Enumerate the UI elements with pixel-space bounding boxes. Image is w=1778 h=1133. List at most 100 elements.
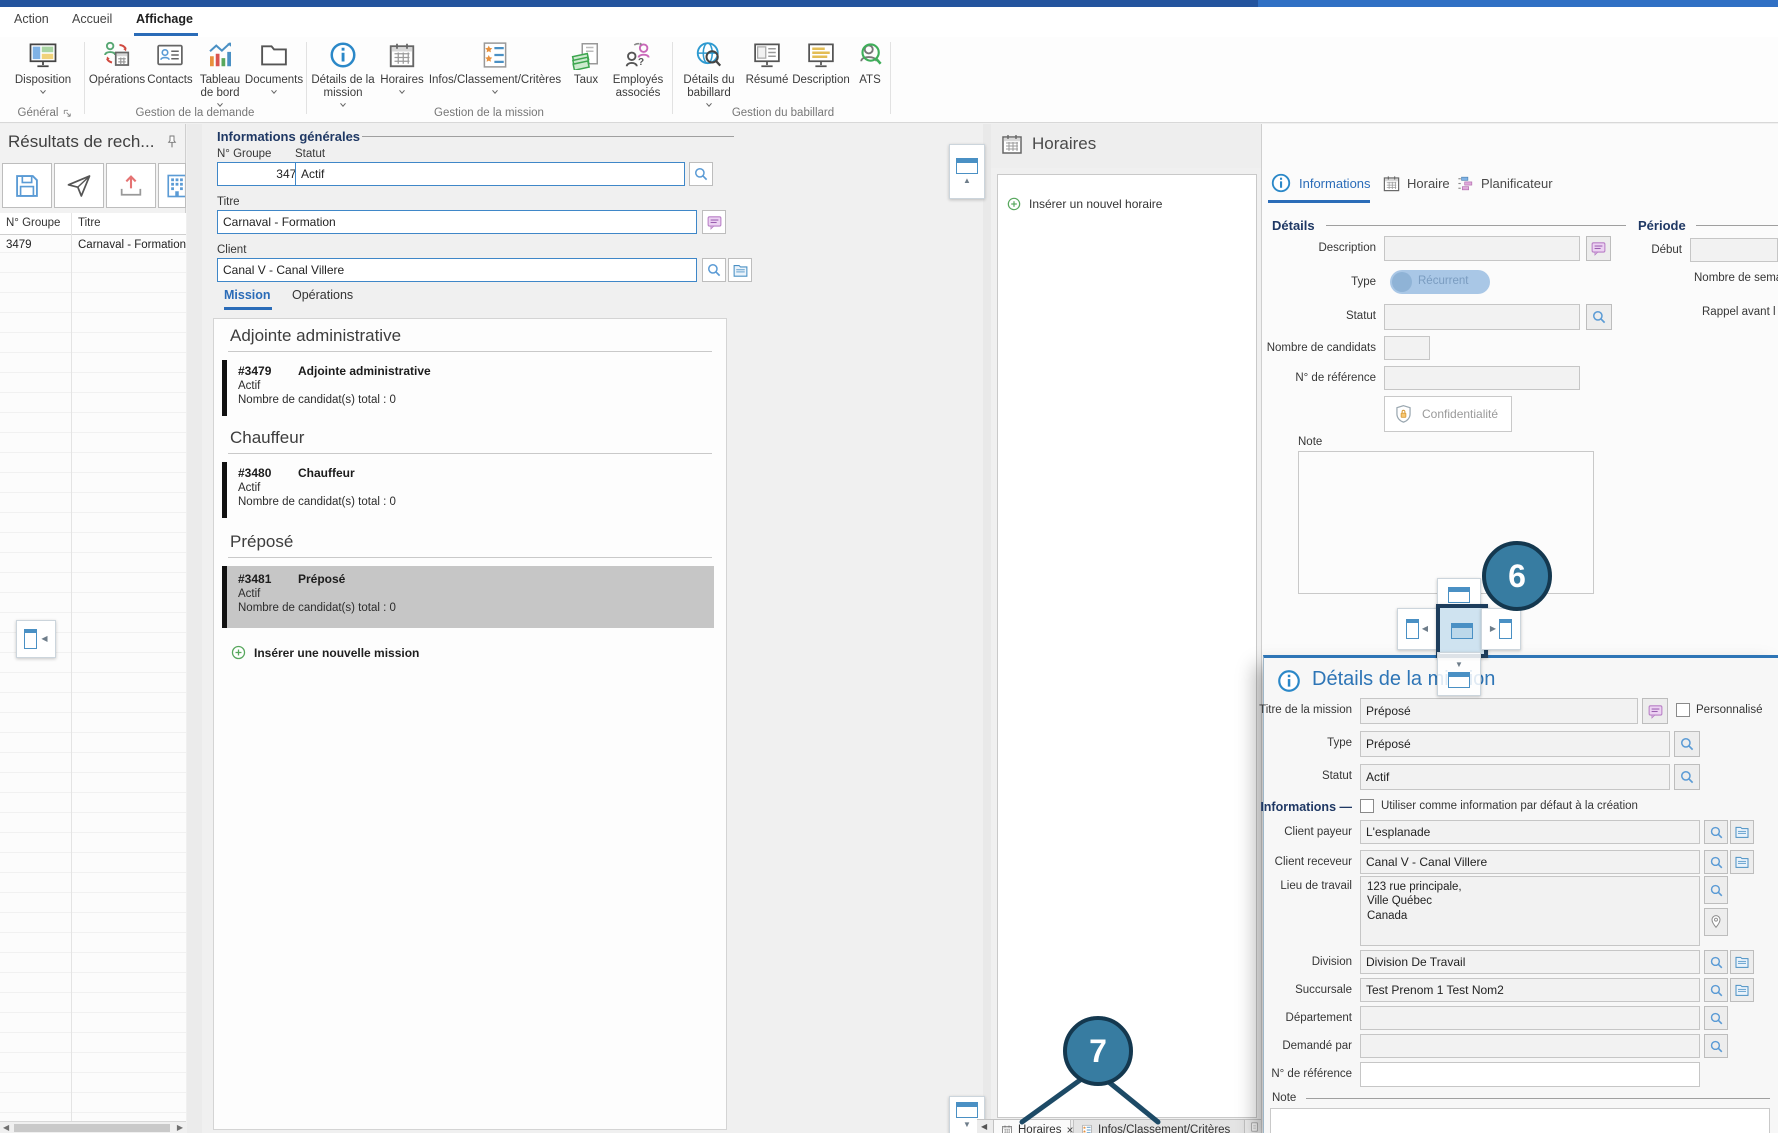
folder-doc-icon <box>732 262 749 279</box>
titre-note-button[interactable] <box>702 210 726 234</box>
statut-search-button[interactable] <box>1586 304 1612 330</box>
company-button[interactable] <box>158 163 186 208</box>
ribbon-tab-action[interactable]: Action <box>14 12 49 26</box>
grid-header-titre[interactable]: Titre <box>78 217 101 229</box>
no-reference-input[interactable] <box>1360 1062 1700 1087</box>
weeks-label: Nombre de sema <box>1694 272 1778 284</box>
scroll-thumb[interactable] <box>14 1124 170 1132</box>
tab-horaire[interactable]: Horaire <box>1382 174 1450 193</box>
description-input[interactable] <box>1384 236 1580 261</box>
scroll-left-icon[interactable]: ◀ <box>3 1124 9 1132</box>
demande-par-search-button[interactable] <box>1704 1034 1728 1058</box>
client-receveur-input[interactable]: Canal V - Canal Villere <box>1360 850 1700 874</box>
succursale-search-button[interactable] <box>1704 978 1728 1002</box>
type-input[interactable]: Préposé <box>1360 731 1670 757</box>
titre-input[interactable]: Carnaval - Formation <box>217 210 697 234</box>
dock-top-hint[interactable]: ▲ <box>949 144 985 199</box>
confidentiality-button[interactable]: Confidentialité <box>1384 396 1512 432</box>
tab-planificateur[interactable]: Planificateur <box>1456 174 1553 193</box>
mission-card[interactable]: #3479 Adjointe administrative Actif Nomb… <box>222 360 714 416</box>
candidates-input[interactable] <box>1384 336 1430 360</box>
statut-search-button[interactable] <box>689 162 713 186</box>
departement-input[interactable] <box>1360 1006 1700 1030</box>
ribbon-group-mission: Gestion de la mission <box>310 107 668 119</box>
panel-splitter[interactable] <box>983 124 991 1133</box>
debut-input[interactable] <box>1690 238 1778 262</box>
personnalise-checkbox[interactable] <box>1676 703 1690 717</box>
client-search-button[interactable] <box>702 258 726 282</box>
tab-mission[interactable]: Mission <box>224 288 271 302</box>
ribbon-tab-affichage[interactable]: Affichage <box>136 12 193 26</box>
scroll-right-icon[interactable]: ▶ <box>177 1124 183 1132</box>
lieu-travail-input[interactable]: 123 rue principale, Ville Québec Canada <box>1360 876 1700 946</box>
tab-scroll-left-icon[interactable]: ◀ <box>981 1123 987 1131</box>
left-scrollbar[interactable]: ◀ ▶ <box>0 1121 186 1133</box>
dock-guide-bottom[interactable]: ▼ <box>1437 652 1481 696</box>
tab-informations[interactable]: Informations <box>1270 172 1371 194</box>
client-payeur-input[interactable]: L'esplanade <box>1360 820 1700 844</box>
default-info-checkbox[interactable] <box>1360 799 1374 813</box>
dialog-launcher-icon[interactable] <box>62 108 73 119</box>
window-note-textarea[interactable] <box>1270 1108 1770 1133</box>
reminder-label: Rappel avant l <box>1702 306 1776 318</box>
plus-circle-icon <box>1006 196 1022 212</box>
statut-input[interactable] <box>1384 304 1580 330</box>
mission-card-bar <box>222 462 227 518</box>
insert-horaire-link[interactable]: Insérer un nouvel horaire <box>1006 196 1162 212</box>
statut-input[interactable]: Actif <box>1360 764 1670 790</box>
save-icon <box>13 172 41 200</box>
dashboard-icon <box>205 40 235 70</box>
client-input[interactable]: Canal V - Canal Villere <box>217 258 697 282</box>
table-row[interactable]: 3479 Carnaval - Formation <box>0 235 186 255</box>
save-button[interactable] <box>2 163 52 208</box>
dock-guide-right[interactable]: ▶ <box>1481 608 1521 650</box>
export-button[interactable] <box>106 163 156 208</box>
titre-note-button[interactable] <box>1642 698 1668 724</box>
mission-card[interactable]: #3480 Chauffeur Actif Nombre de candidat… <box>222 462 714 518</box>
client-payeur-search-button[interactable] <box>1704 820 1728 844</box>
personnalise-label: Personnalisé <box>1696 704 1762 716</box>
mission-section-title: Préposé <box>230 532 293 552</box>
type-toggle[interactable]: Récurrent <box>1390 270 1490 294</box>
lieu-search-button[interactable] <box>1704 876 1728 904</box>
division-open-button[interactable] <box>1730 950 1754 974</box>
insert-mission-link[interactable]: Insérer une nouvelle mission <box>230 644 419 661</box>
mission-card-selected[interactable]: #3481 Préposé Actif Nombre de candidat(s… <box>222 566 714 628</box>
folder-doc-icon <box>1734 982 1750 998</box>
succursale-input[interactable]: Test Prenom 1 Test Nom2 <box>1360 978 1700 1002</box>
dock-window-icon <box>1448 672 1470 688</box>
client-payeur-open-button[interactable] <box>1730 820 1754 844</box>
reference-input[interactable] <box>1384 366 1580 390</box>
departement-search-button[interactable] <box>1704 1006 1728 1030</box>
checklist-stars-icon <box>480 40 510 70</box>
description-label: Description <box>1206 242 1376 254</box>
send-button[interactable] <box>54 163 104 208</box>
monitor-doc-icon <box>752 40 782 70</box>
demande-par-input[interactable] <box>1360 1034 1700 1058</box>
grid-header-groupe[interactable]: N° Groupe <box>6 217 60 229</box>
statut-label: Statut <box>1206 310 1376 322</box>
lieu-map-button[interactable] <box>1704 908 1728 936</box>
division-input[interactable]: Division De Travail <box>1360 950 1700 974</box>
tab-page-icon[interactable] <box>1249 1121 1260 1133</box>
client-receveur-search-button[interactable] <box>1704 850 1728 874</box>
tab-operations[interactable]: Opérations <box>292 288 353 302</box>
client-open-button[interactable] <box>728 258 752 282</box>
succursale-open-button[interactable] <box>1730 978 1754 1002</box>
chevron-down-icon <box>38 88 48 96</box>
statut-input[interactable]: Actif <box>295 162 685 186</box>
titre-mission-input[interactable]: Préposé <box>1360 698 1638 724</box>
division-search-button[interactable] <box>1704 950 1728 974</box>
panel-splitter[interactable] <box>187 124 202 1133</box>
dock-left-hint[interactable]: ◀ <box>16 620 56 658</box>
chevron-down-icon <box>490 88 500 96</box>
pin-icon[interactable] <box>164 134 180 150</box>
search-icon <box>1708 1038 1725 1055</box>
statut-search-button[interactable] <box>1674 764 1700 790</box>
mission-section-rule <box>228 453 712 454</box>
ribbon-tab-accueil[interactable]: Accueil <box>72 12 112 26</box>
client-receveur-open-button[interactable] <box>1730 850 1754 874</box>
search-icon <box>1678 735 1696 753</box>
type-search-button[interactable] <box>1674 731 1700 757</box>
dock-guide-left[interactable]: ◀ <box>1397 608 1437 650</box>
